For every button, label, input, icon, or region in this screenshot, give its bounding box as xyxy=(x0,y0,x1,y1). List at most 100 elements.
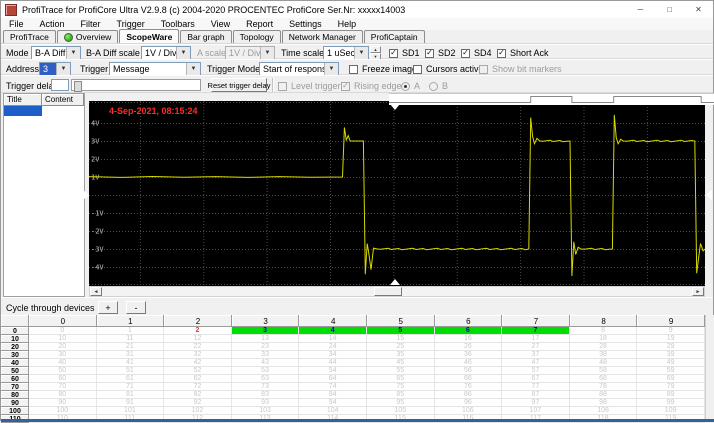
station-cell[interactable]: 28 xyxy=(569,343,638,351)
station-cell[interactable]: 74 xyxy=(299,383,367,391)
station-cell[interactable]: 56 xyxy=(434,367,503,375)
station-cell[interactable]: 62 xyxy=(164,375,232,383)
station-cell[interactable]: 67 xyxy=(502,375,570,383)
checkbox-icon[interactable] xyxy=(413,64,422,74)
station-cell[interactable]: 92 xyxy=(164,399,232,407)
station-cell[interactable]: 95 xyxy=(366,399,435,407)
time-scale-spinner[interactable]: ▲ ▼ xyxy=(370,46,381,60)
station-cell[interactable]: 6 xyxy=(434,327,503,335)
table-scrollbar[interactable] xyxy=(705,315,714,419)
station-cell[interactable]: 100 xyxy=(29,407,97,415)
station-cell[interactable]: 49 xyxy=(637,359,705,367)
checkbox-icon[interactable]: ✓ xyxy=(425,48,434,58)
tab-overview[interactable]: Overview xyxy=(56,30,119,43)
station-cell[interactable]: 70 xyxy=(29,383,97,391)
station-cell[interactable]: 87 xyxy=(502,391,570,399)
sd1-checkbox[interactable]: ✓ SD1 xyxy=(389,48,420,58)
sd2-checkbox[interactable]: ✓ SD2 xyxy=(425,48,456,58)
station-cell[interactable]: 72 xyxy=(164,383,232,391)
station-cell[interactable]: 91 xyxy=(96,399,165,407)
minimize-button[interactable]: ─ xyxy=(626,1,655,18)
trigger-top-marker[interactable] xyxy=(390,104,400,110)
station-cell[interactable]: 2 xyxy=(164,327,232,335)
station-cell[interactable]: 16 xyxy=(434,335,503,343)
station-cell[interactable]: 41 xyxy=(96,359,165,367)
station-cell[interactable]: 29 xyxy=(637,343,705,351)
cursors-active-checkbox[interactable]: Cursors active xyxy=(413,64,484,74)
trigger-bottom-marker[interactable] xyxy=(390,279,400,285)
scroll-right-icon[interactable]: ► xyxy=(692,287,704,296)
tab-topology[interactable]: Topology xyxy=(232,30,281,43)
station-cell[interactable]: 14 xyxy=(299,335,367,343)
station-cell[interactable]: 47 xyxy=(502,359,570,367)
station-cell[interactable]: 13 xyxy=(231,335,300,343)
station-cell[interactable]: 24 xyxy=(299,343,367,351)
checkbox-icon[interactable]: ✓ xyxy=(389,48,398,58)
station-cell[interactable]: 76 xyxy=(434,383,503,391)
station-cell[interactable]: 59 xyxy=(637,367,705,375)
station-cell[interactable]: 26 xyxy=(434,343,503,351)
scrollbar-thumb[interactable] xyxy=(374,287,402,296)
station-cell[interactable]: 85 xyxy=(366,391,435,399)
station-cell[interactable]: 23 xyxy=(231,343,300,351)
station-cell[interactable]: 33 xyxy=(231,351,300,359)
station-cell[interactable]: 20 xyxy=(29,343,97,351)
station-cell[interactable]: 8 xyxy=(569,327,638,335)
station-cell[interactable]: 54 xyxy=(299,367,367,375)
station-cell[interactable]: 11 xyxy=(96,335,165,343)
station-cell[interactable]: 68 xyxy=(569,375,638,383)
station-cell[interactable]: 37 xyxy=(502,351,570,359)
station-cell[interactable]: 66 xyxy=(434,375,503,383)
menu-action[interactable]: Action xyxy=(32,19,73,29)
sd4-checkbox[interactable]: ✓ SD4 xyxy=(461,48,492,58)
reset-trigger-delay-button[interactable]: Reset trigger delay xyxy=(208,78,270,92)
station-cell[interactable]: 25 xyxy=(366,343,435,351)
time-scale-select[interactable]: 1 uSec ▼ xyxy=(323,46,369,60)
station-cell[interactable]: 75 xyxy=(366,383,435,391)
selected-row[interactable] xyxy=(4,106,42,116)
station-cell[interactable]: 86 xyxy=(434,391,503,399)
menu-toolbars[interactable]: Toolbars xyxy=(153,19,203,29)
station-cell[interactable]: 1 xyxy=(96,327,165,335)
station-cell[interactable]: 12 xyxy=(164,335,232,343)
station-cell[interactable]: 83 xyxy=(231,391,300,399)
station-cell[interactable]: 96 xyxy=(434,399,503,407)
station-cell[interactable]: 0 xyxy=(29,327,97,335)
station-cell[interactable]: 7 xyxy=(502,327,570,335)
cycle-plus-button[interactable]: + xyxy=(98,301,118,314)
ba-scale-select[interactable]: 1V / Div ▼ xyxy=(141,46,191,60)
station-cell[interactable]: 27 xyxy=(502,343,570,351)
station-cell[interactable]: 89 xyxy=(637,391,705,399)
station-cell[interactable]: 36 xyxy=(434,351,503,359)
menu-trigger[interactable]: Trigger xyxy=(109,19,153,29)
station-cell[interactable]: 21 xyxy=(96,343,165,351)
station-cell[interactable]: 35 xyxy=(366,351,435,359)
station-cell[interactable]: 60 xyxy=(29,375,97,383)
station-cell[interactable]: 48 xyxy=(569,359,638,367)
station-cell[interactable]: 98 xyxy=(569,399,638,407)
menu-report[interactable]: Report xyxy=(238,19,281,29)
station-cell[interactable]: 17 xyxy=(502,335,570,343)
station-cell[interactable]: 109 xyxy=(637,407,705,415)
menu-settings[interactable]: Settings xyxy=(281,19,330,29)
station-cell[interactable]: 18 xyxy=(569,335,638,343)
station-cell[interactable]: 39 xyxy=(637,351,705,359)
station-cell[interactable]: 58 xyxy=(569,367,638,375)
station-cell[interactable]: 9 xyxy=(637,327,705,335)
station-cell[interactable]: 32 xyxy=(164,351,232,359)
station-cell[interactable]: 31 xyxy=(96,351,165,359)
station-cell[interactable]: 40 xyxy=(29,359,97,367)
station-cell[interactable]: 57 xyxy=(502,367,570,375)
station-cell[interactable]: 106 xyxy=(434,407,503,415)
station-cell[interactable]: 77 xyxy=(502,383,570,391)
station-cell[interactable]: 81 xyxy=(96,391,165,399)
station-cell[interactable]: 108 xyxy=(569,407,638,415)
checkbox-icon[interactable] xyxy=(349,64,358,74)
station-cell[interactable]: 22 xyxy=(164,343,232,351)
zero-level-right-marker[interactable] xyxy=(706,190,712,200)
checkbox-icon[interactable]: ✓ xyxy=(497,48,506,58)
station-cell[interactable]: 61 xyxy=(96,375,165,383)
station-cell[interactable]: 97 xyxy=(502,399,570,407)
zero-level-left-marker[interactable] xyxy=(83,190,89,200)
station-cell[interactable]: 94 xyxy=(299,399,367,407)
